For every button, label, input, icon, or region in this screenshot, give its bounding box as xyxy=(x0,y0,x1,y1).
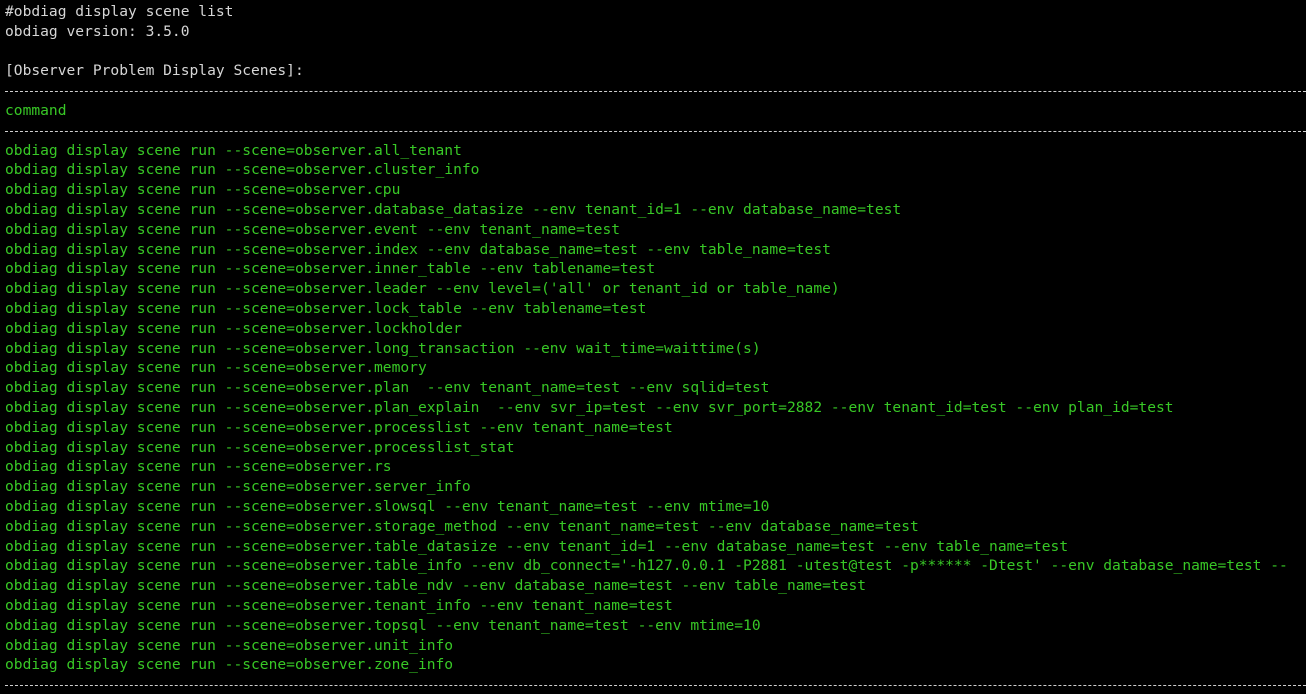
command-line: obdiag display scene run --scene=observe… xyxy=(5,319,462,337)
separator-top xyxy=(5,81,1306,101)
separator-bottom xyxy=(5,675,1306,694)
command-list: obdiag display scene run --scene=observe… xyxy=(5,141,1306,676)
terminal-window[interactable]: #obdiag display scene list obdiag versio… xyxy=(0,0,1306,694)
command-line: obdiag display scene run --scene=observe… xyxy=(5,359,427,377)
command-line: obdiag display scene run --scene=observe… xyxy=(5,656,454,674)
command-line: obdiag display scene run --scene=observe… xyxy=(5,497,770,515)
command-line: obdiag display scene run --scene=observe… xyxy=(5,616,761,634)
command-line: obdiag display scene run --scene=observe… xyxy=(5,537,1069,555)
command-line: obdiag display scene run --scene=observe… xyxy=(5,636,454,654)
command-line: obdiag display scene run --scene=observe… xyxy=(5,398,1174,416)
command-line: obdiag display scene run --scene=observe… xyxy=(5,280,840,298)
section-title: [Observer Problem Display Scenes]: xyxy=(5,62,304,80)
command-line: obdiag display scene run --scene=observe… xyxy=(5,418,673,436)
command-line: obdiag display scene run --scene=observe… xyxy=(5,161,480,179)
command-line: obdiag display scene run --scene=observe… xyxy=(5,260,656,278)
command-line: obdiag display scene run --scene=observe… xyxy=(5,200,902,218)
command-line: obdiag display scene run --scene=observe… xyxy=(5,299,647,317)
command-line: obdiag display scene run --scene=observe… xyxy=(5,339,761,357)
version-line: obdiag version: 3.5.0 xyxy=(5,22,190,40)
prompt-command-line: #obdiag display scene list xyxy=(5,3,234,20)
command-line: obdiag display scene run --scene=observe… xyxy=(5,517,919,535)
command-line: obdiag display scene run --scene=observe… xyxy=(5,181,401,199)
command-line: obdiag display scene run --scene=observe… xyxy=(5,478,471,496)
command-line: obdiag display scene run --scene=observe… xyxy=(5,220,621,238)
command-line: obdiag display scene run --scene=observe… xyxy=(5,577,867,595)
command-line: obdiag display scene run --scene=observe… xyxy=(5,379,770,397)
command-line: obdiag display scene run --scene=observe… xyxy=(5,240,831,258)
separator-header xyxy=(5,121,1306,141)
command-line: obdiag display scene run --scene=observe… xyxy=(5,438,515,456)
command-line: obdiag display scene run --scene=observe… xyxy=(5,596,673,614)
command-line: obdiag display scene run --scene=observe… xyxy=(5,141,462,159)
command-line: obdiag display scene run --scene=observe… xyxy=(5,557,1288,575)
command-line: obdiag display scene run --scene=observe… xyxy=(5,458,392,476)
column-header: command xyxy=(5,101,67,119)
